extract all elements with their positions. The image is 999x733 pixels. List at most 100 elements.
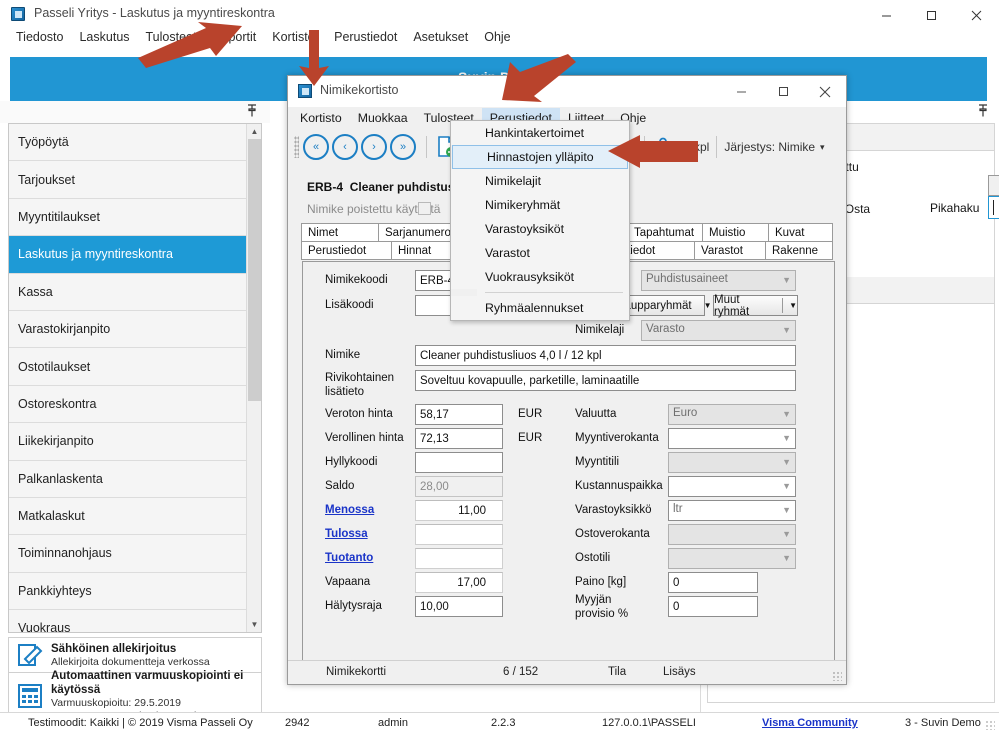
left-pane-pin-row [0, 101, 270, 123]
menu-tiedosto[interactable]: Tiedosto [8, 28, 71, 46]
menu-perustiedot[interactable]: Perustiedot [326, 28, 405, 46]
sidebar-scrollbar[interactable]: ▲ ▼ [246, 124, 261, 632]
dialog-minimize-button[interactable] [720, 76, 762, 107]
sidebar-item-kassa[interactable]: Kassa [9, 273, 261, 311]
label-varastoyksikko: Varastoyksikkö [575, 504, 652, 516]
last-record-button[interactable]: » [390, 134, 416, 160]
chevron-down-icon: ▼ [789, 301, 797, 310]
module-list: Työpöytä Tarjoukset Myyntitilaukset Lask… [8, 123, 262, 633]
main-window-title: Passeli Yritys - Laskutus ja myyntiresko… [34, 6, 275, 20]
dropdown-item-nimikelajit[interactable]: Nimikelajit [451, 169, 629, 193]
label-veroton-hinta: Veroton hinta [325, 408, 393, 420]
sidebar-item-pankkiyhteys[interactable]: Pankkiyhteys [9, 572, 261, 611]
dropdown-item-nimikeryhmat[interactable]: Nimikeryhmät [451, 193, 629, 217]
sort-order-label[interactable]: Järjestys: Nimike [724, 140, 815, 154]
dropdown-item-varastot[interactable]: Varastot [451, 241, 629, 265]
sidebar-item-palkanlaskenta[interactable]: Palkanlaskenta [9, 460, 261, 498]
sidebar-item-myyntitilaukset[interactable]: Myyntitilaukset [9, 198, 261, 237]
label-hyllykoodi: Hyllykoodi [325, 456, 378, 468]
removed-checkbox[interactable] [418, 202, 431, 215]
select-ostotili[interactable]: ▼ [668, 548, 796, 569]
input-veroton-hinta[interactable]: 58,17 [415, 404, 503, 425]
scroll-up-icon[interactable]: ▲ [247, 124, 261, 139]
label-lisakoodi: Lisäkoodi [325, 299, 374, 311]
left-navigation-pane: Työpöytä Tarjoukset Myyntitilaukset Lask… [0, 101, 270, 722]
link-menossa[interactable]: Menossa [325, 504, 374, 516]
backup-icon [9, 683, 51, 709]
status-state-value: Lisäys [663, 666, 696, 678]
chevron-down-icon: ▼ [782, 433, 791, 443]
button-muut-ryhmat[interactable]: Muut ryhmät ▼ [713, 293, 798, 318]
sidebar-item-matkalaskut[interactable]: Matkalaskut [9, 497, 261, 536]
right-pane-pin-icon[interactable] [977, 104, 989, 121]
dialog-close-button[interactable] [804, 76, 846, 107]
select-valuutta[interactable]: Euro ▼ [668, 404, 796, 425]
input-menossa: 11,00 [415, 500, 503, 521]
dropdown-item-ryhmaalennukset[interactable]: Ryhmäalennukset [451, 296, 629, 320]
select-myyntiverokanta[interactable]: ▼ [668, 428, 796, 449]
chevron-down-icon[interactable]: ▾ [820, 142, 825, 153]
quicksearch-input[interactable] [988, 196, 999, 219]
select-varastoyksikko[interactable]: ltr ▼ [668, 500, 796, 521]
first-record-button[interactable]: « [303, 134, 329, 160]
select-myyntitili[interactable]: ▼ [668, 452, 796, 473]
link-tulossa[interactable]: Tulossa [325, 528, 368, 540]
sidebar-item-tarjoukset[interactable]: Tarjoukset [9, 161, 261, 199]
select-nimikelaji[interactable]: Varasto ▼ [641, 320, 796, 341]
dialog-menu-kortisto[interactable]: Kortisto [292, 108, 350, 128]
window-resize-grip[interactable] [985, 720, 995, 730]
tab-tapahtumat-label: Tapahtumat [634, 226, 695, 239]
dialog-menu-muokkaa[interactable]: Muokkaa [350, 108, 416, 128]
tab-tapahtumat[interactable]: Tapahtumat [627, 223, 703, 242]
tab-muistio[interactable]: Muistio [702, 223, 769, 242]
tab-nimet[interactable]: Nimet [301, 223, 379, 242]
menu-laskutus[interactable]: Laskutus [71, 28, 137, 46]
structure-button[interactable]: Rakenteeton [988, 175, 999, 196]
tab-kuvat[interactable]: Kuvat [768, 223, 833, 242]
dialog-resize-grip[interactable] [832, 671, 842, 681]
input-tuotanto [415, 548, 503, 569]
sidebar-item-vuokraus[interactable]: Vuokraus [9, 610, 261, 632]
select-ostoverokanta[interactable]: ▼ [668, 524, 796, 545]
menu-ohje[interactable]: Ohje [476, 28, 518, 46]
input-rivikohtainen-lisatieto[interactable]: Soveltuu kovapuulle, parketille, laminaa… [415, 370, 796, 391]
sidebar-item-liikekirjanpito[interactable]: Liikekirjanpito [9, 423, 261, 461]
link-tuotanto[interactable]: Tuotanto [325, 552, 373, 564]
input-paino[interactable]: 0 [668, 572, 758, 593]
input-provisio[interactable]: 0 [668, 596, 758, 617]
tab-perustiedot-label: Perustiedot [308, 244, 367, 257]
scrollbar-thumb[interactable] [248, 139, 261, 401]
scroll-down-icon[interactable]: ▼ [247, 617, 261, 632]
tab-rakenne[interactable]: Rakenne [765, 241, 833, 260]
select-kustannuspaikka[interactable]: ▼ [668, 476, 796, 497]
input-nimike[interactable]: Cleaner puhdistusliuos 4,0 l / 12 kpl [415, 345, 796, 366]
status-community-link[interactable]: Visma Community [762, 717, 858, 729]
tab-varastot[interactable]: Varastot [694, 241, 766, 260]
sidebar-item-ostoreskontra[interactable]: Ostoreskontra [9, 385, 261, 424]
next-record-button[interactable]: › [361, 134, 387, 160]
annotation-arrow-perustiedot-main [299, 30, 329, 86]
input-hyllykoodi[interactable] [415, 452, 503, 473]
dropdown-item-vuokrausyksikot[interactable]: Vuokrausyksiköt [451, 265, 629, 289]
previous-record-button[interactable]: ‹ [332, 134, 358, 160]
sidebar-item-varastokirjanpito[interactable]: Varastokirjanpito [9, 310, 261, 349]
select-nimikeryhma[interactable]: Puhdistusaineet ▼ [641, 270, 796, 291]
dialog-maximize-button[interactable] [762, 76, 804, 107]
button-muut-ryhmat-label: Muut ryhmät [714, 293, 750, 318]
pin-icon[interactable] [246, 104, 258, 121]
label-valuutta: Valuutta [575, 408, 617, 420]
tab-muistio-label: Muistio [709, 226, 746, 239]
sidebar-item-laskutus-ja-myyntireskontra[interactable]: Laskutus ja myyntireskontra [9, 236, 261, 274]
dropdown-item-varastoyksikot[interactable]: Varastoyksiköt [451, 217, 629, 241]
menu-asetukset[interactable]: Asetukset [405, 28, 476, 46]
sidebar-item-ostotilaukset[interactable]: Ostotilaukset [9, 348, 261, 386]
sidebar-item-tyopoyta[interactable]: Työpöytä [9, 124, 261, 162]
input-verollinen-hinta[interactable]: 72,13 [415, 428, 503, 449]
toolbar-grip[interactable] [294, 136, 299, 158]
select-nimikelaji-value: Varasto [646, 323, 685, 335]
sidebar-item-toiminnanohjaus[interactable]: Toiminnanohjaus [9, 535, 261, 573]
tab-perustiedot[interactable]: Perustiedot [301, 241, 392, 260]
tab-varastot-label: Varastot [701, 244, 743, 257]
promo-signature-text: Sähköinen allekirjoitus Allekirjoita dok… [51, 642, 261, 669]
input-halytysraja[interactable]: 10,00 [415, 596, 503, 617]
